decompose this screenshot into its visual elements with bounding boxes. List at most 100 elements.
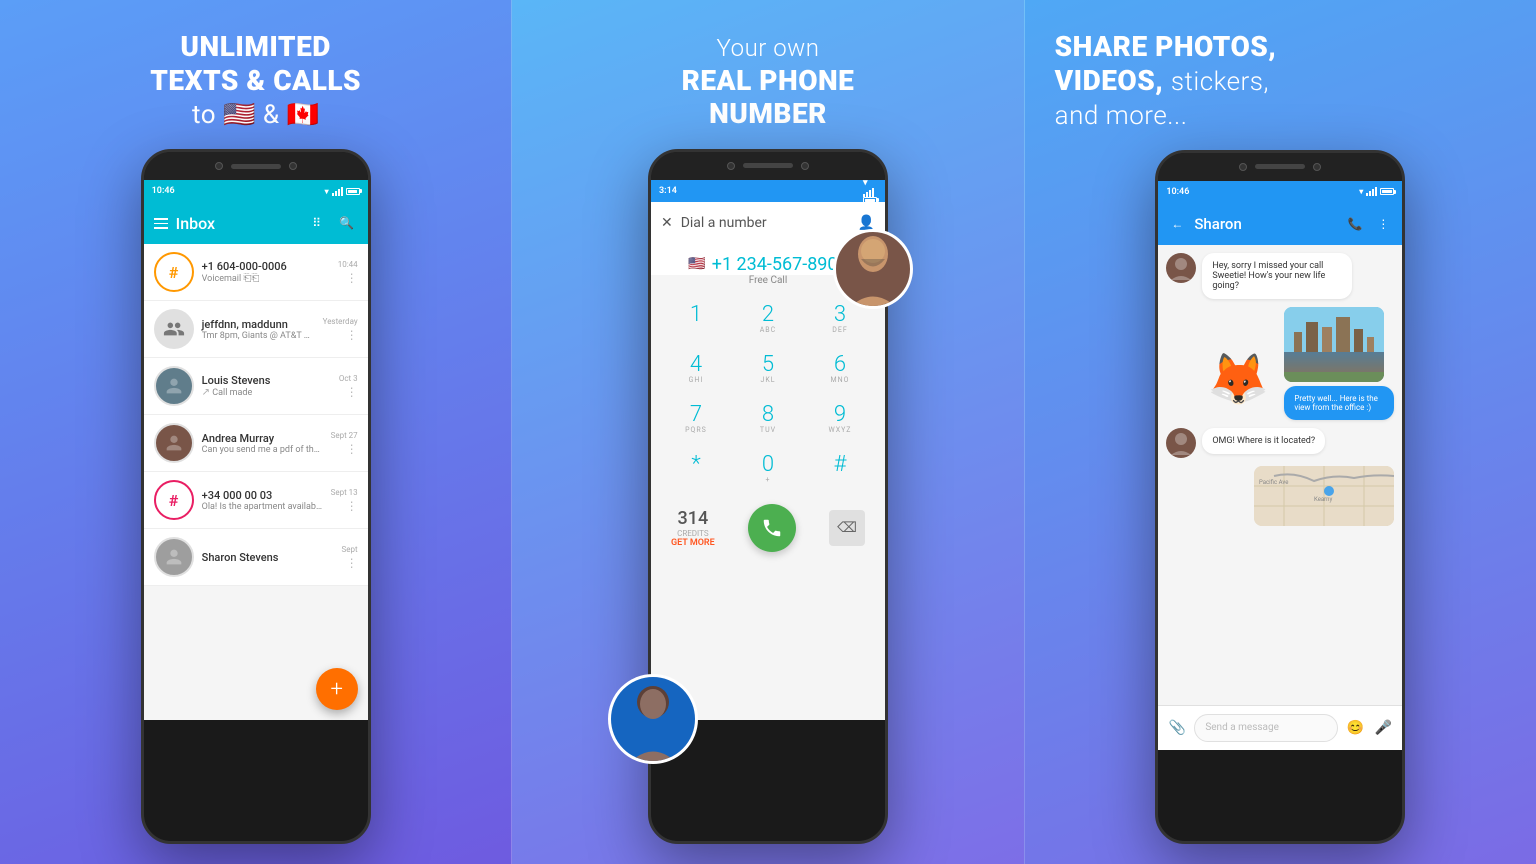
inbox-meta-voicemail: 10:44 ⋮	[338, 260, 358, 285]
svg-text:Pacific Ave: Pacific Ave	[1259, 479, 1288, 486]
camera-icon-5	[1239, 163, 1247, 171]
key-8[interactable]: 8TUV	[733, 396, 803, 444]
call-arrow-icon: ↗	[202, 387, 210, 398]
city-photo-bg	[1284, 307, 1384, 382]
key-5[interactable]: 5JKL	[733, 346, 803, 394]
camera-icon-3	[727, 162, 735, 170]
back-icon[interactable]: ←	[1166, 213, 1188, 235]
key-9[interactable]: 9WXYZ	[805, 396, 875, 444]
msg-text-sent-1: Pretty well... Here is the view from the…	[1294, 394, 1378, 412]
wifi-icon: ▾	[325, 187, 329, 196]
phone-screen-1: 10:46 ▾ Inbox ⠿ 🔍	[144, 180, 368, 720]
inbox-content-spanish: +34 000 00 03 Ola! Is the apartment avai…	[202, 489, 323, 512]
chat-input-bar: 📎 Send a message 😊 🎤	[1158, 705, 1402, 750]
panel-3: SHARE PHOTOS, VIDEOS, stickers, and more…	[1025, 0, 1536, 864]
more-icon[interactable]: ⋮	[346, 271, 358, 285]
chat-status-time: 10:46	[1166, 187, 1189, 197]
inbox-item-andrea[interactable]: Andrea Murray Can you send me a pdf of t…	[144, 415, 368, 472]
dial-label: Dial a number	[681, 215, 850, 231]
msg-avatar-1	[1166, 253, 1196, 283]
dialer-status-icons: ▾	[863, 180, 877, 204]
inbox-content-group: jeffdnn, maddunn Tmr 8pm, Giants @ AT&T …	[202, 318, 315, 341]
phone-icon[interactable]: 📞	[1344, 213, 1366, 235]
grid-icon[interactable]: ⠿	[306, 212, 328, 234]
key-star[interactable]: *	[661, 446, 731, 494]
floating-caller-photo	[608, 674, 698, 764]
compose-fab[interactable]: +	[316, 668, 358, 710]
key-hash[interactable]: #	[805, 446, 875, 494]
key-4[interactable]: 4GHI	[661, 346, 731, 394]
phone-top-1	[144, 152, 368, 180]
inbox-name-andrea: Andrea Murray	[202, 432, 323, 445]
chat-contact-name: Sharon	[1194, 215, 1338, 233]
inbox-name-spanish: +34 000 00 03	[202, 489, 323, 502]
battery-icon-2	[863, 197, 877, 204]
camera-icon-4	[801, 162, 809, 170]
speaker-3	[1255, 164, 1305, 169]
inbox-item-spanish[interactable]: # +34 000 00 03 Ola! Is the apartment av…	[144, 472, 368, 529]
status-time-1: 10:46	[152, 186, 175, 196]
more-icon-3[interactable]: ⋮	[346, 385, 358, 399]
key-6[interactable]: 6MNO	[805, 346, 875, 394]
more-icon-2[interactable]: ⋮	[346, 328, 358, 342]
inbox-content-andrea: Andrea Murray Can you send me a pdf of t…	[202, 432, 323, 455]
delete-button[interactable]: ⌫	[829, 510, 865, 546]
inbox-item-louis[interactable]: Louis Stevens ↗ Call made Oct 3 ⋮	[144, 358, 368, 415]
msg-avatar-2	[1166, 428, 1196, 458]
inbox-meta-louis: Oct 3 ⋮	[339, 374, 358, 399]
inbox-content-sharon: Sharon Stevens	[202, 551, 334, 564]
close-icon[interactable]: ✕	[661, 215, 673, 231]
more-icon-6[interactable]: ⋮	[346, 556, 358, 570]
key-0[interactable]: 0+	[733, 446, 803, 494]
panel-1: UNLIMITED TEXTS & CALLS to 🇺🇸 & 🇨🇦 10:46…	[0, 0, 511, 864]
avatar-andrea	[154, 423, 194, 463]
inbox-item-sharon[interactable]: Sharon Stevens Sept ⋮	[144, 529, 368, 586]
inbox-item-group[interactable]: jeffdnn, maddunn Tmr 8pm, Giants @ AT&T …	[144, 301, 368, 358]
avatar-hash: #	[154, 252, 194, 292]
inbox-name-sharon: Sharon Stevens	[202, 551, 334, 564]
inbox-preview-group: Tmr 8pm, Giants @ AT&T Park, who's in? 🔒	[202, 331, 315, 341]
camera-icon-2	[289, 162, 297, 170]
dialer-time: 3:14	[659, 186, 677, 196]
more-icon-4[interactable]: ⋮	[346, 442, 358, 456]
call-button[interactable]	[748, 504, 796, 552]
msg-sent-1: 🦊	[1166, 307, 1394, 420]
key-2[interactable]: 2ABC	[733, 296, 803, 344]
inbox-title: Inbox	[176, 214, 298, 233]
key-1[interactable]: 1	[661, 296, 731, 344]
message-input[interactable]: Send a message	[1194, 714, 1338, 742]
avatar-sharon	[154, 537, 194, 577]
msg-text-1: Hey, sorry I missed your call Sweetie! H…	[1212, 261, 1325, 291]
more-icon-5[interactable]: ⋮	[346, 499, 358, 513]
avatar-louis	[154, 366, 194, 406]
search-icon[interactable]: 🔍	[336, 212, 358, 234]
speaker-2	[743, 163, 793, 168]
panel-2: Your own REAL PHONE NUMBER 3:14 ▾	[511, 0, 1024, 864]
menu-icon[interactable]	[154, 218, 168, 229]
credits-amount: 314	[671, 508, 715, 529]
avatar-group	[154, 309, 194, 349]
key-7[interactable]: 7PQRS	[661, 396, 731, 444]
signal-icon	[332, 187, 343, 196]
inbox-meta-group: Yesterday ⋮	[323, 317, 358, 342]
inbox-name-louis: Louis Stevens	[202, 374, 331, 387]
attachment-icon[interactable]: 📎	[1166, 717, 1188, 739]
signal-icon-3	[1366, 187, 1377, 196]
inbox-item-voicemail[interactable]: # +1 604-000-0006 Voicemail ⎗⎗ 10:44 ⋮	[144, 244, 368, 301]
phone-frame-1: 10:46 ▾ Inbox ⠿ 🔍	[141, 149, 371, 844]
msg-bubble-1: Hey, sorry I missed your call Sweetie! H…	[1202, 253, 1352, 299]
get-more-label[interactable]: GET MORE	[671, 538, 715, 548]
msg-bubble-sent-1: Pretty well... Here is the view from the…	[1284, 386, 1394, 420]
inbox-name-group: jeffdnn, maddunn	[202, 318, 315, 331]
message-placeholder: Send a message	[1205, 722, 1279, 733]
more-icon-chat[interactable]: ⋮	[1372, 213, 1394, 235]
sticker-fox: 🦊	[1198, 340, 1278, 420]
dialer-status-bar: 3:14 ▾	[651, 180, 885, 202]
emoji-icon[interactable]: 😊	[1344, 717, 1366, 739]
photo-message-col: Pretty well... Here is the view from the…	[1284, 307, 1394, 420]
mic-icon[interactable]: 🎤	[1372, 717, 1394, 739]
city-photo	[1284, 307, 1384, 382]
voicemail-icon: ⎗⎗	[243, 273, 259, 284]
status-bar-1: 10:46 ▾	[144, 180, 368, 202]
inbox-preview-andrea: Can you send me a pdf of the business pl…	[202, 445, 323, 455]
